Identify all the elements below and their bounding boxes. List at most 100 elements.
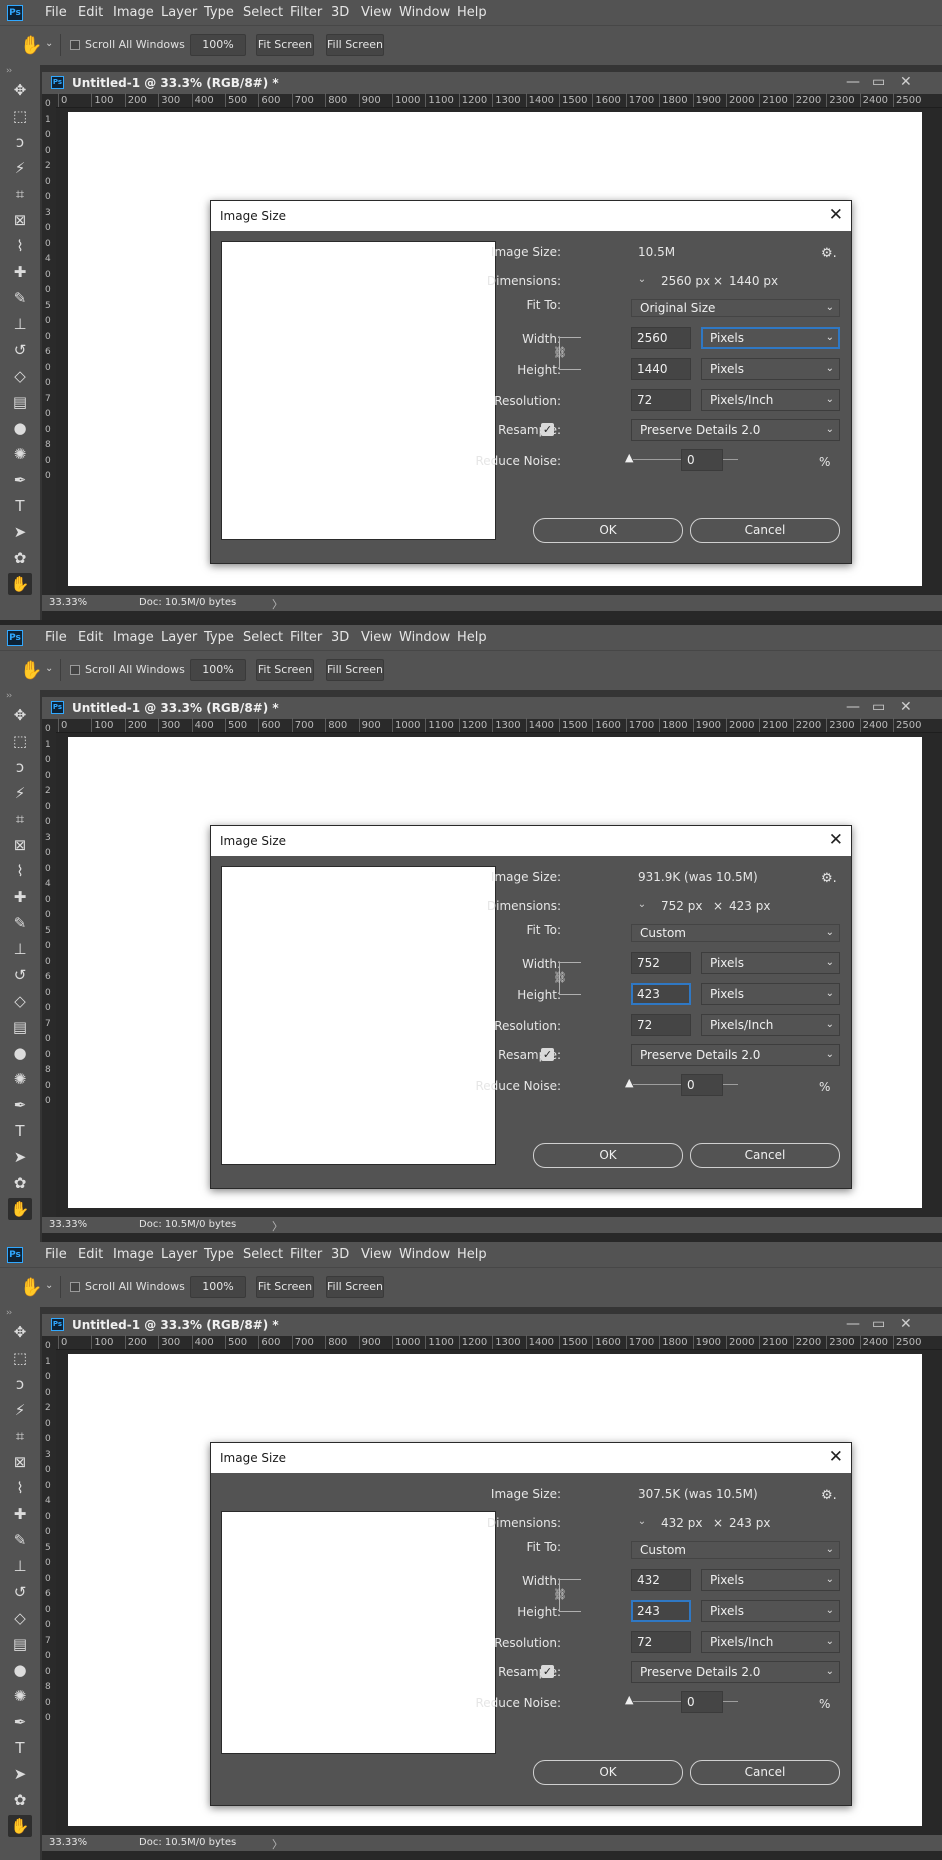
- menu-layer[interactable]: Layer: [161, 1247, 197, 1262]
- image-preview[interactable]: [221, 1511, 496, 1754]
- menu-image[interactable]: Image: [113, 630, 154, 645]
- marquee-icon[interactable]: ⬚: [8, 105, 32, 127]
- dialog-close-icon[interactable]: ✕: [829, 830, 843, 850]
- resolution-unit-dropdown[interactable]: Pixels/Inch ⌄: [701, 389, 840, 411]
- document-tab[interactable]: Ps Untitled-1 @ 33.3% (RGB/8#) * — ▭ ✕: [42, 1314, 942, 1336]
- cancel-button[interactable]: Cancel: [690, 1143, 840, 1168]
- resample-checkbox[interactable]: ✓: [541, 1665, 554, 1678]
- frame-icon[interactable]: ⊠: [8, 209, 32, 231]
- stamp-icon[interactable]: ⊥: [8, 313, 32, 335]
- history-brush-icon[interactable]: ↺: [8, 339, 32, 361]
- type-icon[interactable]: T: [8, 1120, 32, 1142]
- magic-wand-icon[interactable]: ⚡: [8, 782, 32, 804]
- minimize-icon[interactable]: —: [846, 74, 860, 90]
- gear-icon[interactable]: ⚙.: [821, 871, 837, 886]
- fill-screen-button[interactable]: Fill Screen: [326, 659, 384, 681]
- gradient-icon[interactable]: ▤: [8, 1016, 32, 1038]
- slider-thumb-icon[interactable]: ▲: [625, 1693, 633, 1706]
- ok-button[interactable]: OK: [533, 518, 683, 543]
- brush-icon[interactable]: ✎: [8, 287, 32, 309]
- eraser-icon[interactable]: ◇: [8, 990, 32, 1012]
- status-zoom[interactable]: 33.33%: [49, 597, 87, 608]
- hand-tool-icon[interactable]: ✋: [20, 660, 42, 681]
- history-brush-icon[interactable]: ↺: [8, 1581, 32, 1603]
- crop-icon[interactable]: ⌗: [8, 1425, 32, 1447]
- slider-thumb-icon[interactable]: ▲: [625, 1076, 633, 1089]
- menu-select[interactable]: Select: [243, 630, 283, 645]
- height-input[interactable]: 1440: [631, 358, 691, 380]
- frame-icon[interactable]: ⊠: [8, 1451, 32, 1473]
- gear-icon[interactable]: ⚙.: [821, 1488, 837, 1503]
- maximize-icon[interactable]: ▭: [872, 699, 885, 715]
- blur-icon[interactable]: ●: [8, 417, 32, 439]
- blur-icon[interactable]: ●: [8, 1659, 32, 1681]
- menu-filter[interactable]: Filter: [290, 5, 322, 20]
- slider-thumb-icon[interactable]: ▲: [625, 451, 633, 464]
- eraser-icon[interactable]: ◇: [8, 365, 32, 387]
- status-zoom[interactable]: 33.33%: [49, 1219, 87, 1230]
- brush-icon[interactable]: ✎: [8, 1529, 32, 1551]
- menu-edit[interactable]: Edit: [78, 630, 103, 645]
- image-preview[interactable]: [221, 866, 496, 1165]
- scroll-all-windows-checkbox[interactable]: [70, 1282, 80, 1292]
- panel-collapse-icon[interactable]: ››: [6, 1308, 12, 1318]
- zoom-100-button[interactable]: 100%: [190, 1276, 246, 1298]
- height-unit-dropdown[interactable]: Pixels ⌄: [701, 1600, 840, 1622]
- zoom-100-button[interactable]: 100%: [190, 34, 246, 56]
- height-unit-dropdown[interactable]: Pixels ⌄: [701, 358, 840, 380]
- move-icon[interactable]: ✥: [8, 704, 32, 726]
- resample-checkbox[interactable]: ✓: [541, 1048, 554, 1061]
- maximize-icon[interactable]: ▭: [872, 74, 885, 90]
- tool-preset-chevron-icon[interactable]: ⌄: [45, 38, 53, 49]
- menu-type[interactable]: Type: [204, 1247, 234, 1262]
- hand-tool-icon[interactable]: ✋: [20, 1277, 42, 1298]
- cancel-button[interactable]: Cancel: [690, 1760, 840, 1785]
- menu-type[interactable]: Type: [204, 5, 234, 20]
- menu-view[interactable]: View: [361, 630, 392, 645]
- dialog-close-icon[interactable]: ✕: [829, 1447, 843, 1467]
- width-unit-dropdown[interactable]: Pixels ⌄: [701, 952, 840, 974]
- tool-preset-chevron-icon[interactable]: ⌄: [45, 663, 53, 674]
- path-select-icon[interactable]: ➤: [8, 1146, 32, 1168]
- pen-icon[interactable]: ✒: [8, 469, 32, 491]
- menu-select[interactable]: Select: [243, 1247, 283, 1262]
- document-tab[interactable]: Ps Untitled-1 @ 33.3% (RGB/8#) * — ▭ ✕: [42, 697, 942, 719]
- healing-icon[interactable]: ✚: [8, 886, 32, 908]
- move-icon[interactable]: ✥: [8, 1321, 32, 1343]
- stamp-icon[interactable]: ⊥: [8, 1555, 32, 1577]
- marquee-icon[interactable]: ⬚: [8, 1347, 32, 1369]
- history-brush-icon[interactable]: ↺: [8, 964, 32, 986]
- menu-file[interactable]: File: [45, 5, 67, 20]
- menu-view[interactable]: View: [361, 5, 392, 20]
- menu-file[interactable]: File: [45, 1247, 67, 1262]
- dialog-title-bar[interactable]: Image Size ✕: [211, 201, 851, 231]
- constrain-proportions-link-icon[interactable]: ⛓: [553, 346, 567, 360]
- close-icon[interactable]: ✕: [900, 74, 912, 90]
- resample-checkbox[interactable]: ✓: [541, 423, 554, 436]
- status-menu-arrow-icon[interactable]: 〉: [272, 1218, 283, 1234]
- hand-icon[interactable]: ✋: [8, 1198, 32, 1220]
- minimize-icon[interactable]: —: [846, 699, 860, 715]
- minimize-icon[interactable]: —: [846, 1316, 860, 1332]
- eyedropper-icon[interactable]: ⌇: [8, 1477, 32, 1499]
- status-zoom[interactable]: 33.33%: [49, 1837, 87, 1848]
- pen-icon[interactable]: ✒: [8, 1711, 32, 1733]
- eyedropper-icon[interactable]: ⌇: [8, 235, 32, 257]
- width-input[interactable]: 752: [631, 952, 691, 974]
- fit-to-dropdown[interactable]: Custom ⌄: [631, 924, 840, 942]
- lasso-icon[interactable]: ↄ: [8, 131, 32, 153]
- status-menu-arrow-icon[interactable]: 〉: [272, 1836, 283, 1852]
- image-preview[interactable]: [221, 241, 496, 540]
- healing-icon[interactable]: ✚: [8, 1503, 32, 1525]
- fit-screen-button[interactable]: Fit Screen: [256, 1276, 314, 1298]
- panel-collapse-icon[interactable]: ››: [6, 66, 12, 76]
- reduce-noise-input[interactable]: 0: [681, 1074, 723, 1096]
- close-icon[interactable]: ✕: [900, 699, 912, 715]
- marquee-icon[interactable]: ⬚: [8, 730, 32, 752]
- eyedropper-icon[interactable]: ⌇: [8, 860, 32, 882]
- menu-3d[interactable]: 3D: [331, 630, 349, 645]
- sponge-icon[interactable]: ✺: [8, 443, 32, 465]
- brush-icon[interactable]: ✎: [8, 912, 32, 934]
- dimensions-chevron-icon[interactable]: ⌄: [635, 1515, 649, 1529]
- menu-edit[interactable]: Edit: [78, 1247, 103, 1262]
